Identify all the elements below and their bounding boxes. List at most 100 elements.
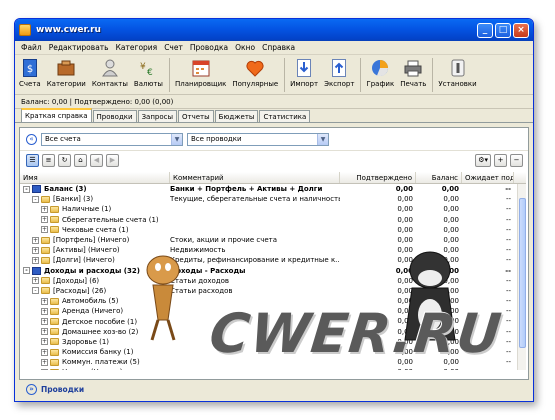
- table-row[interactable]: + Наличные (1) 0,00 0,00 --: [20, 204, 526, 214]
- column-confirmed[interactable]: Подтверждено: [340, 172, 416, 183]
- toolbar-categories-button[interactable]: Категории: [47, 58, 86, 88]
- vertical-scrollbar[interactable]: [517, 184, 526, 370]
- tab-budgets[interactable]: Бюджеты: [214, 110, 259, 122]
- row-confirmed-cell: 0,00: [397, 195, 413, 204]
- toolbar-scheduler-button[interactable]: Планировщик: [175, 58, 226, 88]
- toolbar-export-button[interactable]: Экспорт: [324, 58, 354, 88]
- table-header: Имя Комментарий Подтверждено Баланс Ожид…: [20, 172, 526, 184]
- expand-transactions-icon[interactable]: »: [26, 383, 37, 395]
- folder-icon: [50, 226, 59, 234]
- column-comment[interactable]: Комментарий: [170, 172, 340, 183]
- app-icon: [19, 24, 31, 36]
- table-row[interactable]: - [Банки] (3) Текущие, сберегательные счет…: [20, 194, 526, 204]
- tree-view-icon[interactable]: ☰: [26, 154, 39, 167]
- collapse-toggle-icon[interactable]: -: [23, 267, 30, 275]
- collapse-toggle-icon[interactable]: -: [32, 287, 39, 295]
- tab-reports[interactable]: Отчеты: [178, 110, 214, 122]
- accounts-filter-select[interactable]: Все счета ▼: [41, 132, 183, 146]
- expand-toggle-icon[interactable]: +: [41, 297, 48, 305]
- toolbar-favorites-button[interactable]: Популярные: [232, 58, 278, 88]
- expand-toggle-icon[interactable]: +: [41, 368, 48, 370]
- collapse-toggle-icon[interactable]: -: [23, 185, 30, 193]
- tab-queries[interactable]: Запросы: [137, 110, 178, 122]
- transactions-filter-select[interactable]: Все проводки ▼: [187, 132, 329, 146]
- row-name-cell: - [Банки] (3): [20, 194, 170, 204]
- menu-transaction[interactable]: Проводка: [190, 43, 228, 52]
- column-name[interactable]: Имя: [20, 172, 170, 183]
- folder-icon: [41, 246, 50, 254]
- forward-icon[interactable]: ▶: [106, 154, 119, 167]
- tab-summary[interactable]: Краткая справка: [21, 108, 92, 122]
- list-view-icon[interactable]: ≡: [42, 154, 55, 167]
- row-comment-cell: [170, 215, 340, 225]
- tab-transactions[interactable]: Проводки: [92, 110, 137, 122]
- row-name-text: [Активы] (Ничего): [53, 246, 120, 255]
- maximize-button[interactable]: □: [495, 22, 511, 38]
- watermark-text: CWER.RU: [206, 302, 505, 365]
- collapse-toggle-icon[interactable]: -: [32, 195, 39, 203]
- toolbar-accounts-button[interactable]: $ Счета: [19, 58, 41, 88]
- row-name-text: Автомобиль (5): [62, 297, 119, 306]
- tab-statistics[interactable]: Статистика: [259, 110, 311, 122]
- expand-toggle-icon[interactable]: +: [41, 338, 48, 346]
- expand-toggle-icon[interactable]: +: [32, 246, 39, 254]
- expand-toggle-icon[interactable]: +: [41, 328, 48, 336]
- table-row[interactable]: + Чековые счета (1) 0,00 0,00 --: [20, 225, 526, 235]
- scheduler-icon: [191, 58, 211, 78]
- expand-toggle-icon[interactable]: +: [41, 226, 48, 234]
- menu-window[interactable]: Окно: [235, 43, 255, 52]
- toolbar-print-button[interactable]: Печать: [400, 58, 426, 88]
- add-icon[interactable]: +: [494, 154, 507, 167]
- export-icon: [329, 58, 349, 78]
- row-name-cell: + Чековые счета (1): [20, 225, 170, 235]
- scrollbar-thumb[interactable]: [519, 198, 526, 348]
- expand-toggle-icon[interactable]: +: [41, 318, 48, 326]
- table-row[interactable]: + Сберегательные счета (1) 0,00 0,00 --: [20, 215, 526, 225]
- toolbar-separator: [168, 58, 170, 92]
- row-name-text: Аренда (Ничего): [62, 307, 124, 316]
- minimize-button[interactable]: _: [477, 22, 493, 38]
- row-confirmed-cell: 0,00: [397, 205, 413, 214]
- toolbar-import-button[interactable]: Импорт: [290, 58, 318, 88]
- menu-help[interactable]: Справка: [262, 43, 295, 52]
- row-name-text: [Долги] (Ничего): [53, 256, 115, 265]
- expand-toggle-icon[interactable]: +: [41, 216, 48, 224]
- remove-icon[interactable]: −: [510, 154, 523, 167]
- collapse-filter-icon[interactable]: «: [26, 133, 37, 145]
- expand-toggle-icon[interactable]: +: [41, 205, 48, 213]
- menu-category[interactable]: Категория: [116, 43, 158, 52]
- window-title: www.cwer.ru: [36, 25, 101, 35]
- gear-icon[interactable]: ⚙▾: [475, 154, 491, 167]
- column-expected[interactable]: Ожидает подтв: [462, 172, 514, 183]
- toolbar-chart-button[interactable]: График: [366, 58, 394, 88]
- row-comment-cell: Текущие, сберегательные счета и наличнос…: [170, 195, 340, 204]
- row-confirmed-cell: 0,00: [395, 185, 413, 193]
- back-icon[interactable]: ◀: [90, 154, 103, 167]
- transactions-collapsed-panel[interactable]: » Проводки: [22, 383, 530, 395]
- folder-icon: [41, 287, 50, 295]
- row-expected-cell: --: [505, 215, 511, 224]
- close-button[interactable]: ×: [513, 22, 529, 38]
- expand-toggle-icon[interactable]: +: [32, 236, 39, 244]
- folder-icon: [41, 256, 50, 264]
- menu-account[interactable]: Счет: [164, 43, 183, 52]
- expand-toggle-icon[interactable]: +: [32, 277, 39, 285]
- toolbar-currencies-button[interactable]: ¥ € Валюты: [134, 58, 163, 88]
- expand-toggle-icon[interactable]: +: [41, 358, 48, 366]
- title-bar[interactable]: www.cwer.ru _ □ ×: [15, 19, 533, 41]
- expand-toggle-icon[interactable]: +: [32, 256, 39, 264]
- home-icon[interactable]: ⌂: [74, 154, 87, 167]
- row-name-cell: + Комиссия банку (1): [20, 347, 170, 357]
- menu-file[interactable]: Файл: [21, 43, 42, 52]
- balance-summary: Баланс: 0,00 | Подтверждено: 0,00 (0,00): [15, 95, 533, 109]
- column-balance[interactable]: Баланс: [416, 172, 462, 183]
- toolbar-contacts-button[interactable]: Контакты: [92, 58, 128, 88]
- watermark: CWER.RU: [146, 251, 505, 378]
- refresh-icon[interactable]: ↻: [58, 154, 71, 167]
- expand-toggle-icon[interactable]: +: [41, 348, 48, 356]
- toolbar-settings-button[interactable]: Установки: [438, 58, 477, 88]
- contacts-icon: [100, 58, 120, 78]
- expand-toggle-icon[interactable]: +: [41, 307, 48, 315]
- table-row[interactable]: - Баланс (3) Банки + Портфель + Активы + Д…: [20, 184, 526, 194]
- menu-edit[interactable]: Редактировать: [49, 43, 109, 52]
